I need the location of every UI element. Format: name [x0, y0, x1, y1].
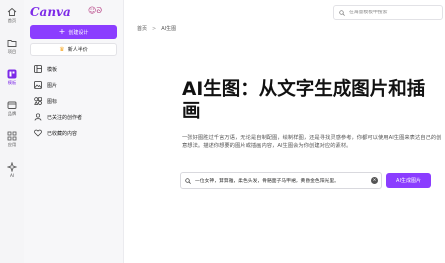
shapes-icon [34, 97, 42, 105]
canva-logo[interactable]: Canva [30, 5, 71, 19]
trial-offer-button[interactable]: ♛ 新人半价 [30, 43, 117, 56]
plus-icon: + [58, 27, 66, 36]
sidebar-item-label: 模板 [47, 66, 58, 73]
sparkle-icon [7, 162, 17, 172]
clear-icon[interactable]: × [371, 177, 378, 184]
sidebar-item-images[interactable]: 图片 [34, 81, 57, 89]
rail-item-brand[interactable]: 品牌 [0, 100, 24, 117]
template-icon [34, 65, 42, 73]
rail-label: 品牌 [7, 111, 17, 116]
create-design-label: 创建设计 [68, 29, 89, 36]
apps-icon [7, 131, 17, 141]
sidebar-item-saved[interactable]: 已收藏的内容 [34, 129, 77, 137]
creators-icon [34, 113, 42, 121]
logo-decoration-icon: ☺ᘐ [88, 6, 102, 15]
rail-label: 项目 [7, 49, 17, 54]
rail-item-home[interactable]: 首页 [0, 7, 24, 24]
page-title: AI生图：从文字生成图片和插画 [182, 79, 426, 122]
page-description: 一张好图胜过千言万语，无论是自制配图，绘制样图，还是寻找灵感参考，你都可以使用A… [182, 135, 442, 149]
rail-label: AI [9, 173, 15, 178]
folder-icon [7, 40, 17, 47]
breadcrumb-separator: > [152, 25, 157, 32]
home-icon [7, 7, 17, 16]
prompt-input[interactable] [195, 178, 367, 183]
brand-icon [7, 101, 17, 109]
search-box[interactable] [333, 5, 443, 20]
rail-label: 模板 [7, 80, 17, 85]
sidebar: Canva ☺ᘐ + 创建设计 ♛ 新人半价 模板 图片 图标 已关注的创作者 … [24, 0, 124, 263]
search-input[interactable] [349, 10, 434, 15]
template-icon [7, 69, 17, 79]
generate-image-button[interactable]: AI生成图片 [386, 173, 431, 188]
heart-icon [34, 129, 42, 137]
search-icon [185, 177, 191, 184]
sidebar-item-templates[interactable]: 模板 [34, 65, 57, 73]
sidebar-item-followed-creators[interactable]: 已关注的创作者 [34, 113, 82, 121]
search-icon [339, 9, 345, 16]
breadcrumb: 首页 > AI生图 [137, 25, 177, 33]
trial-offer-label: 新人半价 [67, 47, 88, 53]
rail-item-ai[interactable]: AI [0, 162, 24, 178]
rail-item-apps[interactable]: 应用 [0, 131, 24, 148]
crown-icon: ♛ [59, 46, 65, 53]
rail-label: 应用 [7, 142, 17, 147]
sidebar-item-label: 已收藏的内容 [47, 130, 78, 137]
breadcrumb-current: AI生图 [161, 26, 177, 32]
sidebar-item-label: 图片 [47, 82, 58, 89]
prompt-box[interactable]: × [180, 172, 382, 189]
sidebar-item-icons[interactable]: 图标 [34, 97, 57, 105]
image-icon [34, 81, 42, 89]
create-design-button[interactable]: + 创建设计 [30, 25, 117, 39]
left-rail: 首页 项目 模板 品牌 应用 AI [0, 0, 24, 263]
breadcrumb-home[interactable]: 首页 [137, 25, 147, 32]
sidebar-item-label: 图标 [47, 98, 58, 105]
rail-item-templates[interactable]: 模板 [0, 69, 24, 86]
sidebar-item-label: 已关注的创作者 [47, 114, 83, 121]
rail-item-projects[interactable]: 项目 [0, 38, 24, 55]
rail-label: 首页 [7, 18, 17, 23]
top-bar [123, 0, 445, 26]
